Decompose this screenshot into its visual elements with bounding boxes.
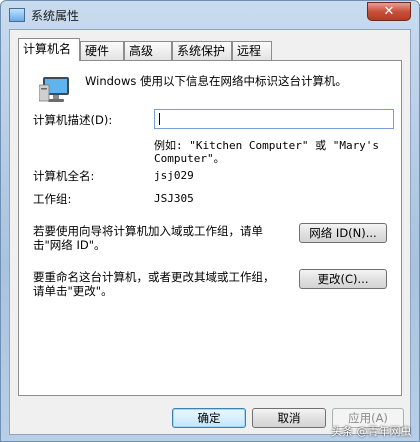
system-icon xyxy=(9,8,25,22)
ok-button[interactable]: 确定 xyxy=(172,408,246,428)
close-icon: ✕ xyxy=(383,4,395,19)
computer-icon xyxy=(39,77,69,102)
close-button[interactable]: ✕ xyxy=(367,2,411,21)
watermark: 头条 @青年网虫 xyxy=(331,425,412,438)
computer-description-input[interactable] xyxy=(154,109,394,129)
title-bar[interactable]: 系统属性 ✕ xyxy=(1,1,419,29)
tab-computer-name[interactable]: 计算机名 xyxy=(18,38,80,61)
tab-system-protection[interactable]: 系统保护 xyxy=(172,41,232,60)
tab-advanced[interactable]: 高级 xyxy=(124,41,172,60)
full-name-label: 计算机全名: xyxy=(33,169,95,183)
full-name-value: jsj029 xyxy=(154,169,194,182)
workgroup-label: 工作组: xyxy=(33,192,72,206)
example-text-line-2: Computer"。 xyxy=(154,152,225,165)
cancel-button[interactable]: 取消 xyxy=(252,408,326,428)
info-text: Windows 使用以下信息在网络中标识这台计算机。 xyxy=(85,74,347,88)
change-button[interactable]: 更改(C)... xyxy=(299,269,387,289)
rename-text-line-2: 请单击"更改"。 xyxy=(33,284,113,298)
tab-remote[interactable]: 远程 xyxy=(232,41,272,60)
tab-hardware[interactable]: 硬件 xyxy=(80,41,124,60)
workgroup-value: JSJ305 xyxy=(154,192,194,205)
network-id-button[interactable]: 网络 ID(N)... xyxy=(299,223,387,243)
window-title: 系统属性 xyxy=(31,9,80,23)
network-id-text-line-2: 击"网络 ID"。 xyxy=(33,238,106,252)
dialog-body: 计算机名 硬件 高级 系统保护 远程 Windows 使用以下信息在网络中标识这… xyxy=(9,29,411,435)
system-properties-window: 系统属性 ✕ 计算机名 硬件 高级 系统保护 远程 Windows 使用以下信息… xyxy=(0,0,420,442)
computer-name-panel: Windows 使用以下信息在网络中标识这台计算机。 计算机描述(D): 例如:… xyxy=(18,60,402,396)
description-label: 计算机描述(D): xyxy=(33,113,113,127)
